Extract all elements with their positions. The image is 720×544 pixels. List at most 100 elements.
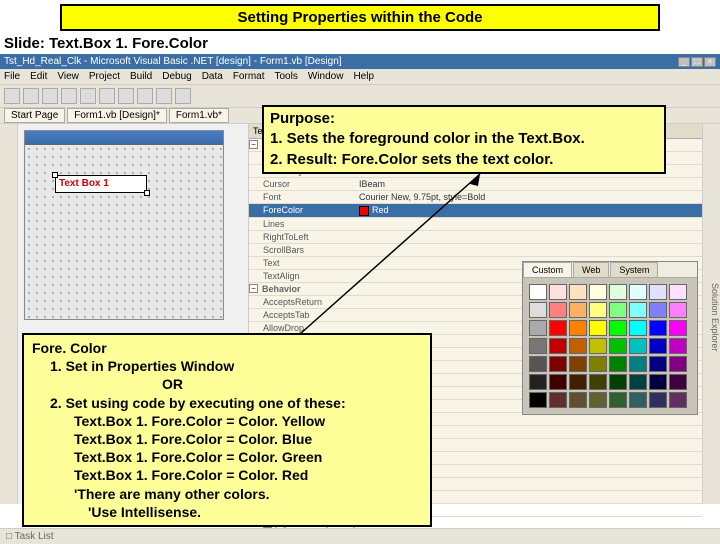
color-swatch[interactable] (569, 302, 587, 318)
document-tab[interactable]: Start Page (4, 108, 65, 123)
menu-bar[interactable]: FileEditViewProjectBuildDebugDataFormatT… (0, 69, 720, 85)
color-swatch[interactable] (549, 284, 567, 300)
color-swatch[interactable] (529, 392, 547, 408)
color-swatch[interactable] (569, 392, 587, 408)
color-swatch[interactable] (649, 338, 667, 354)
color-swatch[interactable] (569, 356, 587, 372)
toolbar-icon[interactable] (137, 88, 153, 104)
form-window[interactable]: Text Box 1 (24, 130, 224, 320)
color-swatch[interactable] (629, 302, 647, 318)
color-swatch[interactable] (609, 374, 627, 390)
color-swatch[interactable] (609, 392, 627, 408)
toolbar-icon[interactable] (4, 88, 20, 104)
property-row[interactable]: RightToLeft (249, 231, 702, 244)
property-row[interactable]: ForeColorRed (249, 204, 702, 218)
color-swatch[interactable] (629, 320, 647, 336)
color-swatch[interactable] (589, 338, 607, 354)
color-swatch[interactable] (649, 320, 667, 336)
color-swatch[interactable] (589, 320, 607, 336)
toolbar-icon[interactable] (99, 88, 115, 104)
color-swatch[interactable] (569, 284, 587, 300)
color-swatch[interactable] (549, 320, 567, 336)
property-row[interactable]: ScrollBars (249, 244, 702, 257)
color-swatch[interactable] (529, 302, 547, 318)
toolbox-strip[interactable] (0, 124, 18, 504)
toolbar-icon[interactable] (42, 88, 58, 104)
color-swatch[interactable] (629, 392, 647, 408)
color-swatch[interactable] (589, 374, 607, 390)
menu-item[interactable]: Format (233, 71, 265, 82)
color-swatch[interactable] (629, 284, 647, 300)
toolbar-icon[interactable] (175, 88, 191, 104)
menu-item[interactable]: Window (308, 71, 344, 82)
color-swatch[interactable] (669, 356, 687, 372)
color-swatch[interactable] (669, 284, 687, 300)
color-swatch[interactable] (549, 392, 567, 408)
property-row[interactable]: CursorIBeam (249, 178, 702, 191)
window-controls[interactable]: _□× (677, 56, 716, 67)
textbox-control[interactable]: Text Box 1 (55, 175, 147, 193)
color-swatch[interactable] (609, 338, 627, 354)
menu-item[interactable]: View (57, 71, 79, 82)
menu-item[interactable]: Edit (30, 71, 47, 82)
toolbar-icon[interactable] (61, 88, 77, 104)
color-swatch[interactable] (649, 302, 667, 318)
property-row[interactable]: Lines (249, 218, 702, 231)
color-swatch[interactable] (569, 374, 587, 390)
color-swatch[interactable] (609, 320, 627, 336)
color-swatch[interactable] (649, 356, 667, 372)
color-swatch[interactable] (529, 338, 547, 354)
color-swatch[interactable] (629, 338, 647, 354)
menu-item[interactable]: File (4, 71, 20, 82)
menu-item[interactable]: Help (353, 71, 374, 82)
menu-item[interactable]: Debug (162, 71, 191, 82)
color-tab[interactable]: Web (573, 262, 609, 277)
property-row[interactable]: FontCourier New, 9.75pt, style=Bold (249, 191, 702, 204)
color-swatch[interactable] (569, 320, 587, 336)
color-swatch[interactable] (549, 374, 567, 390)
toolbar-icon[interactable] (156, 88, 172, 104)
swatch-grid[interactable] (523, 278, 697, 414)
color-swatch[interactable] (589, 302, 607, 318)
color-swatch[interactable] (589, 356, 607, 372)
document-tab[interactable]: Form1.vb* (169, 108, 229, 123)
color-swatch[interactable] (609, 356, 627, 372)
toolbar-icon[interactable] (23, 88, 39, 104)
color-swatch[interactable] (549, 356, 567, 372)
menu-item[interactable]: Project (89, 71, 120, 82)
color-swatch[interactable] (649, 392, 667, 408)
form-titlebar[interactable] (25, 131, 223, 145)
color-swatch[interactable] (609, 302, 627, 318)
color-swatch[interactable] (609, 284, 627, 300)
color-swatch[interactable] (629, 356, 647, 372)
color-swatch[interactable] (669, 392, 687, 408)
color-picker-popup[interactable]: CustomWebSystem (522, 261, 698, 415)
document-tab[interactable]: Form1.vb [Design]* (67, 108, 167, 123)
color-swatch[interactable] (669, 320, 687, 336)
color-swatch[interactable] (649, 284, 667, 300)
solution-explorer-tab[interactable]: Solution Explorer (702, 124, 720, 504)
toolbar-icon[interactable] (118, 88, 134, 104)
color-picker-tabs[interactable]: CustomWebSystem (523, 262, 697, 278)
minimize-icon[interactable]: _ (678, 57, 690, 67)
color-swatch[interactable] (669, 374, 687, 390)
menu-item[interactable]: Build (130, 71, 152, 82)
color-swatch[interactable] (669, 302, 687, 318)
color-swatch[interactable] (589, 284, 607, 300)
color-tab[interactable]: System (610, 262, 658, 277)
color-swatch[interactable] (569, 338, 587, 354)
color-swatch[interactable] (529, 374, 547, 390)
color-swatch[interactable] (529, 284, 547, 300)
color-swatch[interactable] (529, 356, 547, 372)
color-tab[interactable]: Custom (523, 262, 572, 277)
color-swatch[interactable] (669, 338, 687, 354)
menu-item[interactable]: Tools (275, 71, 298, 82)
maximize-icon[interactable]: □ (691, 57, 703, 67)
color-swatch[interactable] (589, 392, 607, 408)
color-swatch[interactable] (529, 320, 547, 336)
toolbar-icon[interactable] (80, 88, 96, 104)
color-swatch[interactable] (549, 302, 567, 318)
color-swatch[interactable] (649, 374, 667, 390)
close-icon[interactable]: × (704, 57, 716, 67)
color-swatch[interactable] (629, 374, 647, 390)
